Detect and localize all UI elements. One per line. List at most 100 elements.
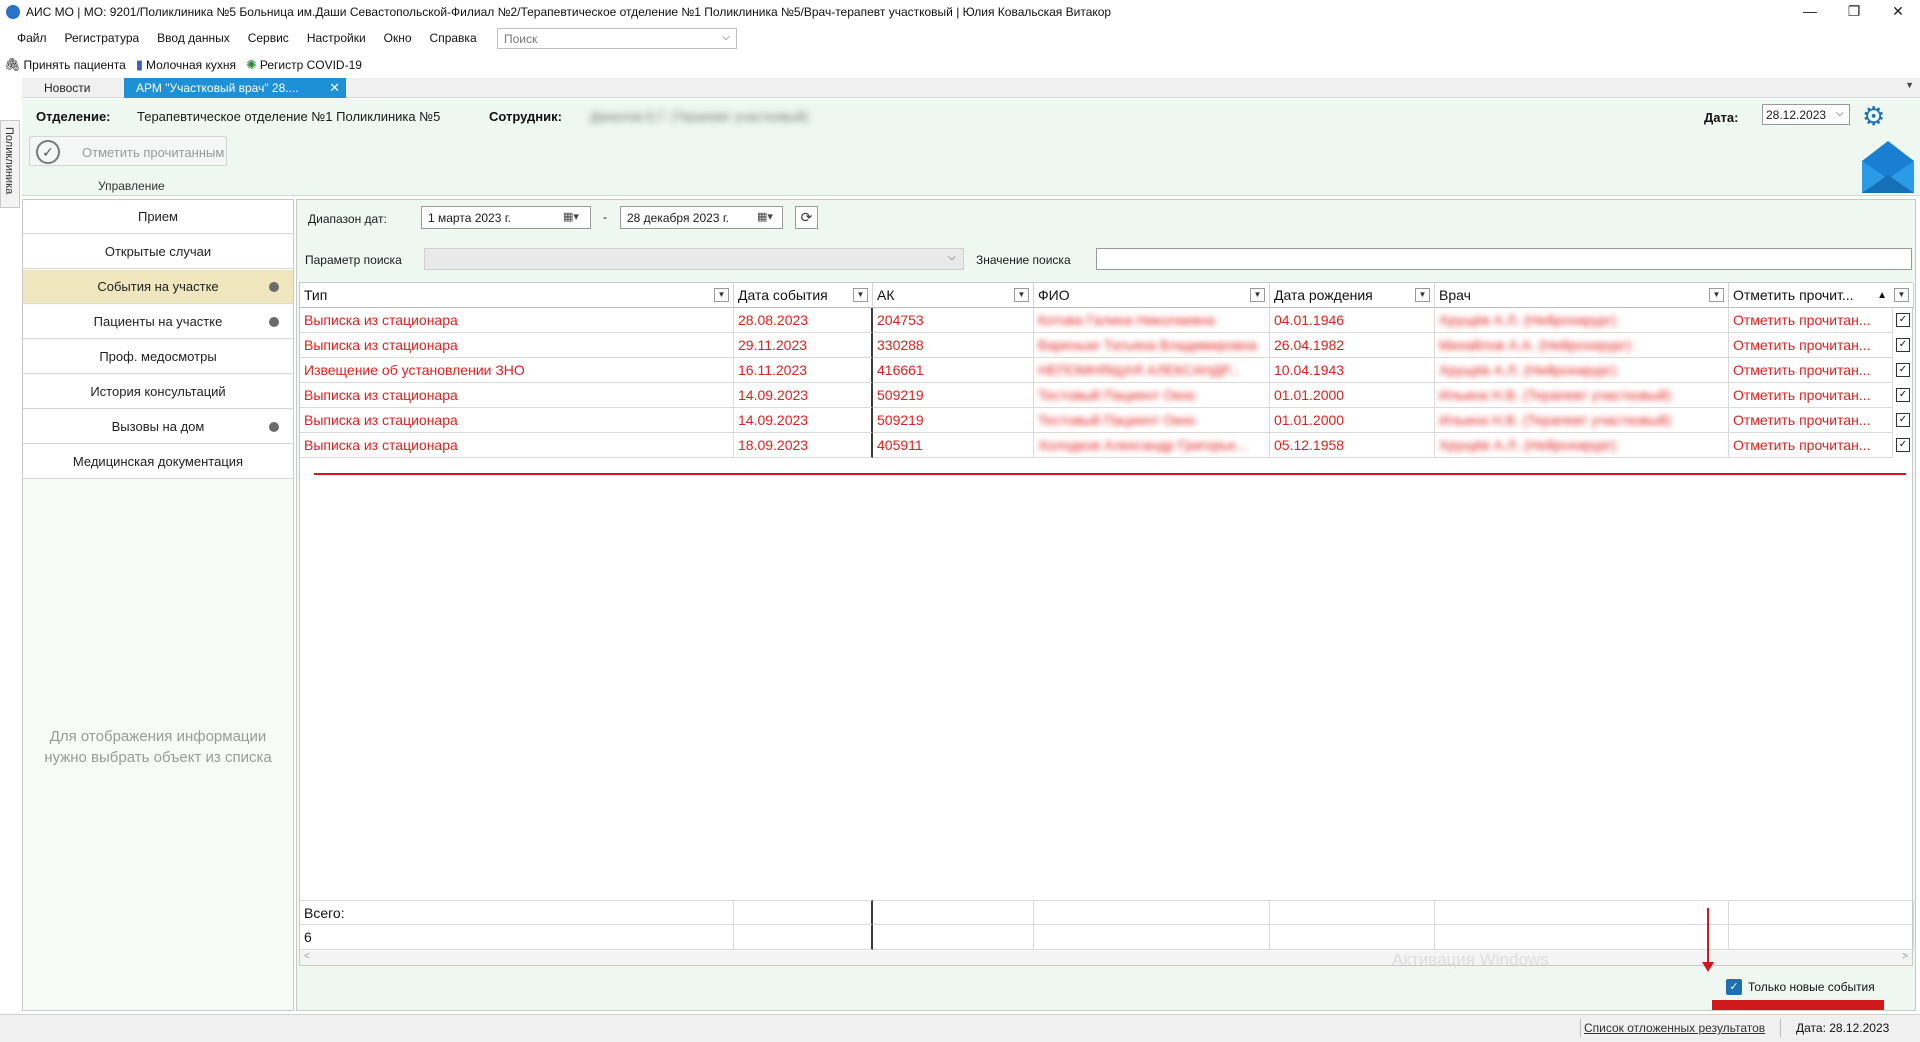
tabs-dropdown-icon[interactable]: ▼ [1905,80,1914,90]
refresh-button[interactable]: ⟳ [795,206,818,229]
covid-register-button[interactable]: ✺ Регистр COVID-19 [246,57,362,73]
calendar-icon[interactable]: ▦▾ [757,210,773,223]
events-grid: Тип ▼ Дата события ▼ АК ▼ ФИО ▼ Дата рождени… [299,282,1914,966]
footer-cell [873,925,1034,950]
close-button[interactable]: ✕ [1876,0,1920,24]
horizontal-scrollbar[interactable]: < > [300,951,1912,965]
mail-icon[interactable] [1860,139,1916,195]
chevron-down-icon[interactable]: ⌵ [1836,108,1844,119]
sidebar-item-reception[interactable]: Прием [23,200,293,234]
annotation-underline [314,473,1906,475]
windows-activation-watermark: Активация Windows [1392,950,1549,969]
column-header-name[interactable]: ФИО ▼ [1034,283,1270,308]
filter-icon[interactable]: ▼ [1250,288,1265,302]
milk-kitchen-button[interactable]: ▮ Молочная кухня [136,57,236,73]
mark-read-checkbox[interactable]: ✓ [1896,413,1910,427]
department-value: Терапевтическое отделение №1 Поликлиника… [137,109,441,124]
sidebar: Прием Открытые случаи События на участке… [22,199,294,1011]
accept-patient-button[interactable]: 🖇 Принять пациента [4,57,126,73]
mark-read-checkbox[interactable]: ✓ [1896,338,1910,352]
tab-news[interactable]: Новости [32,78,102,98]
indicator-dot-icon [269,282,279,292]
menu-data-entry[interactable]: Ввод данных [148,31,239,45]
mark-read-link[interactable]: Отметить прочитан... [1729,408,1893,433]
menu-file[interactable]: Файл [8,31,56,45]
accept-patient-icon: 🖇 [4,57,21,72]
scroll-right-icon[interactable]: > [1902,951,1908,962]
footer-cell [734,925,873,950]
toolbar: 🖇 Принять пациента ▮ Молочная кухня ✺ Регис… [0,54,372,76]
filter-icon[interactable]: ▼ [1415,288,1430,302]
scroll-left-icon[interactable]: < [304,951,310,962]
mark-read-checkbox[interactable]: ✓ [1896,388,1910,402]
table-row[interactable]: Выписка из стационара 29.11.2023 330288 … [300,333,1914,358]
menu-registry[interactable]: Регистратура [56,31,149,45]
table-row[interactable]: Выписка из стационара 18.09.2023 405911 … [300,433,1914,458]
covid-icon: ✺ [245,57,257,72]
footer-cell [873,900,1034,925]
chevron-down-icon[interactable]: ⌵ [948,252,956,263]
mark-read-link[interactable]: Отметить прочитан... [1729,333,1893,358]
menu-service[interactable]: Сервис [239,31,298,45]
only-new-events-checkbox[interactable]: ✓ Только новые события [1726,979,1875,995]
sidebar-item-home-calls[interactable]: Вызовы на дом [23,410,293,444]
filter-icon[interactable]: ▼ [1014,288,1029,302]
mark-read-checkbox[interactable]: ✓ [1896,363,1910,377]
sidebar-item-prof-exams[interactable]: Проф. медосмотры [23,340,293,374]
mark-read-link[interactable]: Отметить прочитан... [1729,383,1893,408]
menu-settings[interactable]: Настройки [298,31,375,45]
column-header-ak[interactable]: АК ▼ [873,283,1034,308]
mark-read-link[interactable]: Отметить прочитан... [1729,358,1893,383]
menu-help[interactable]: Справка [421,31,486,45]
sidebar-item-area-patients[interactable]: Пациенты на участке [23,305,293,339]
search-param-select[interactable] [424,248,964,270]
table-row[interactable]: Выписка из стационара 14.09.2023 509219 … [300,383,1914,408]
sidebar-item-consult-history[interactable]: История консультаций [23,375,293,409]
menu-window[interactable]: Окно [375,31,421,45]
gear-icon[interactable]: ⚙ [1862,101,1885,132]
column-header-mark-read[interactable]: Отметить прочит... ▲ ▼ [1729,283,1914,308]
annotation-arrow-head [1702,962,1714,972]
search-value-input[interactable] [1096,248,1912,270]
annotation-highlight [1712,1000,1884,1010]
footer-cell [1034,925,1270,950]
column-header-type[interactable]: Тип ▼ [300,283,734,308]
window-title: АИС МО | МО: 9201/Поликлиника №5 Больниц… [26,5,1112,19]
polyclinic-side-tab[interactable]: Поликлиника [0,120,20,208]
restore-button[interactable]: ❐ [1832,0,1876,24]
search-input[interactable] [497,28,737,49]
deferred-results-link[interactable]: Список отложенных результатов [1584,1021,1765,1035]
indicator-dot-icon [269,317,279,327]
minimize-button[interactable]: — [1788,0,1832,24]
table-row[interactable]: Выписка из стационара 28.08.2023 204753 … [300,308,1914,333]
close-tab-icon[interactable]: ✕ [329,78,340,98]
checkbox-checked-icon[interactable]: ✓ [1726,979,1742,995]
footer-cell [1729,925,1914,950]
sidebar-item-open-cases[interactable]: Открытые случаи [23,235,293,269]
column-header-doctor[interactable]: Врач ▼ [1435,283,1729,308]
sidebar-item-area-events[interactable]: События на участке [23,270,293,304]
table-row[interactable]: Выписка из стационара 14.09.2023 509219 … [300,408,1914,433]
chevron-down-icon[interactable]: ⌵ [718,30,734,46]
filter-icon[interactable]: ▼ [714,288,729,302]
mark-read-link[interactable]: Отметить прочитан... [1729,308,1893,333]
indicator-dot-icon [269,422,279,432]
sidebar-item-med-docs[interactable]: Медицинская документация [23,445,293,479]
mark-read-checkbox[interactable]: ✓ [1896,438,1910,452]
filter-icon[interactable]: ▼ [1709,288,1724,302]
mark-read-button[interactable]: ✓ Отметить прочитанным [29,136,227,166]
calendar-icon[interactable]: ▦▾ [563,210,579,223]
footer-cell [1435,900,1729,925]
mark-read-link[interactable]: Отметить прочитан... [1729,433,1893,458]
mark-read-checkbox[interactable]: ✓ [1896,313,1910,327]
filter-icon[interactable]: ▼ [853,288,868,302]
filter-icon[interactable]: ▼ [1894,288,1909,302]
column-header-birth-date[interactable]: Дата рождения ▼ [1270,283,1435,308]
refresh-icon: ⟳ [800,209,813,225]
table-row[interactable]: Извещение об установлении ЗНО 16.11.2023… [300,358,1914,383]
total-value: 6 [300,925,734,950]
column-header-event-date[interactable]: Дата события ▼ [734,283,873,308]
tab-arm[interactable]: АРМ "Участковый врач" 28.... ✕ [124,78,346,98]
range-dash: - [603,210,607,224]
footer-cell [1270,925,1435,950]
